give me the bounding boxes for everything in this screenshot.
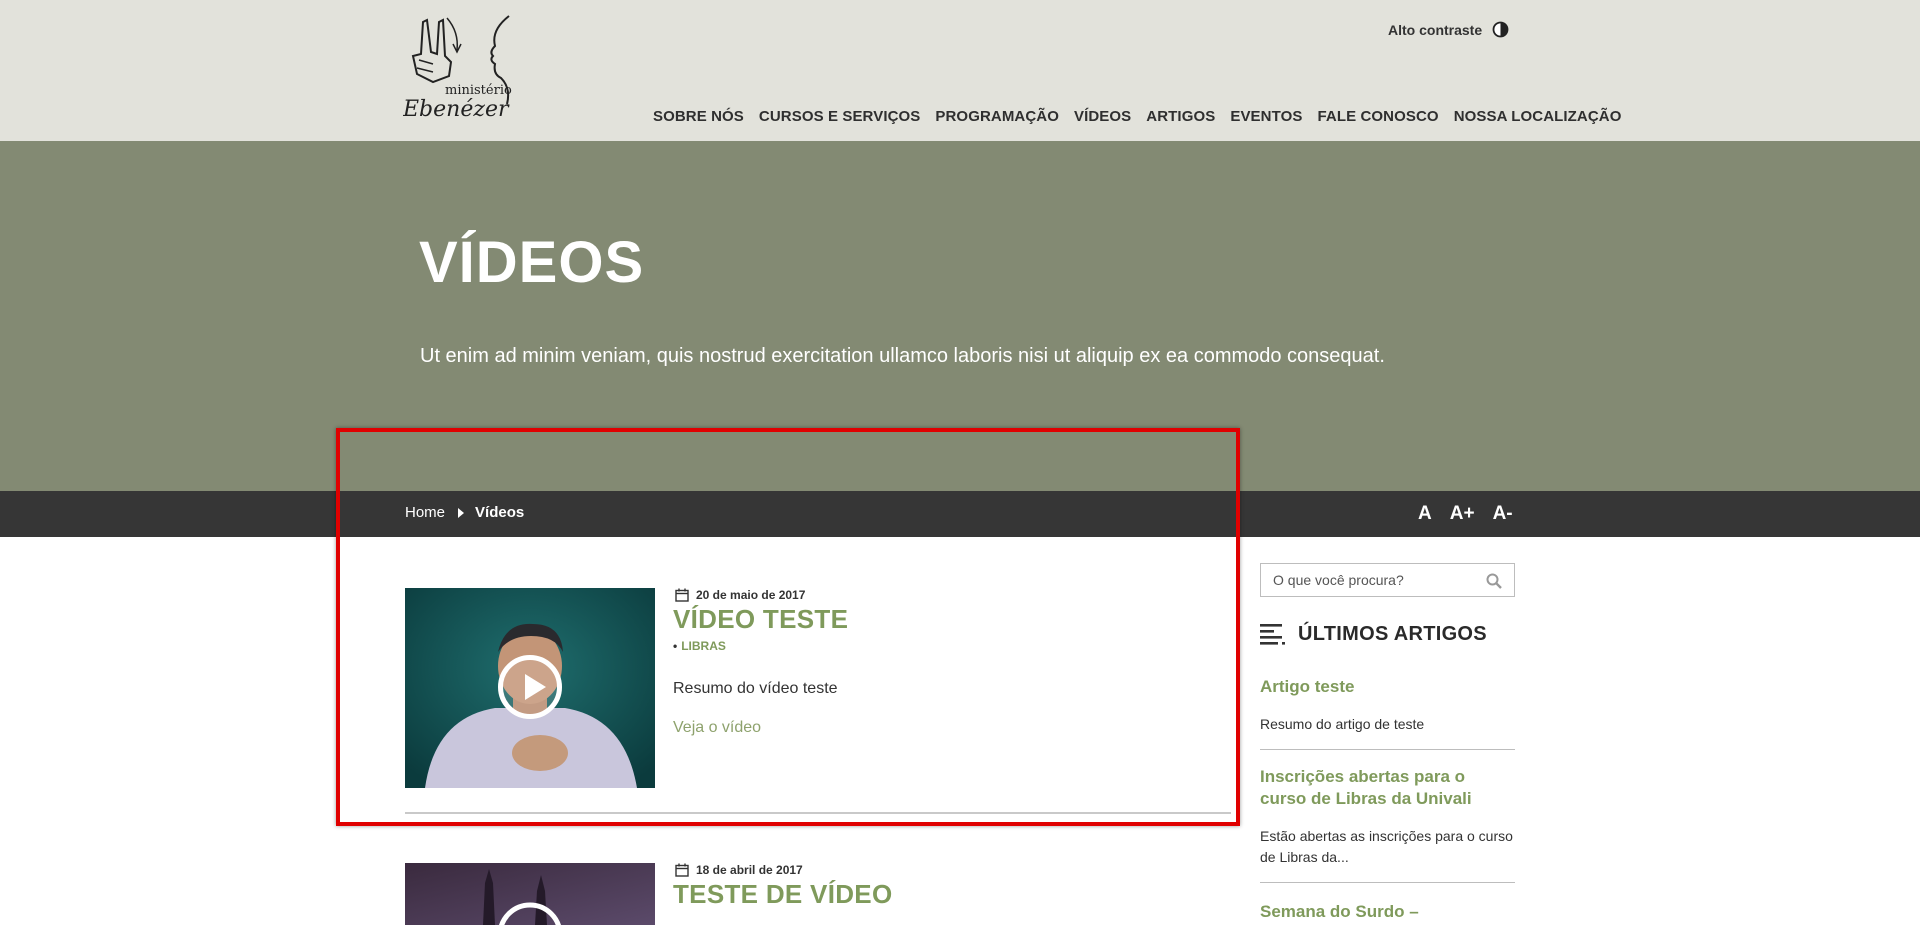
article-item: Inscrições abertas para o curso de Libra… — [1260, 766, 1515, 883]
video-date: 18 de abril de 2017 — [675, 863, 803, 877]
nav-nossa-localizacao[interactable]: NOSSA LOCALIZAÇÃO — [1454, 108, 1622, 125]
breadcrumb-bar: Home Vídeos A A+ A- — [0, 491, 1920, 537]
article-divider — [1260, 749, 1515, 750]
video-title[interactable]: TESTE DE VÍDEO — [673, 879, 892, 910]
main-navigation: SOBRE NÓS CURSOS E SERVIÇOS PROGRAMAÇÃO … — [653, 108, 1622, 125]
video-divider — [405, 812, 1231, 814]
page-title: VÍDEOS — [419, 230, 645, 295]
site-logo[interactable]: ministério Ebenézer — [402, 12, 523, 124]
calendar-icon — [675, 588, 689, 602]
search-box — [1260, 563, 1515, 597]
article-excerpt: Resumo do artigo de teste — [1260, 716, 1425, 732]
video-item: 18 de abril de 2017 TESTE DE VÍDEO — [405, 863, 1231, 925]
search-icon[interactable] — [1486, 573, 1502, 589]
font-decrease-button[interactable]: A- — [1493, 503, 1513, 525]
high-contrast-label: Alto contraste — [1388, 21, 1483, 38]
video-date-text: 18 de abril de 2017 — [696, 863, 803, 877]
high-contrast-toggle[interactable]: Alto contraste — [1388, 21, 1509, 38]
latest-articles-heading: ÚLTIMOS ARTIGOS — [1260, 622, 1487, 646]
nav-eventos[interactable]: EVENTOS — [1230, 108, 1302, 125]
nav-programacao[interactable]: PROGRAMAÇÃO — [935, 108, 1059, 125]
latest-articles-title: ÚLTIMOS ARTIGOS — [1298, 622, 1487, 645]
video-title[interactable]: VÍDEO TESTE — [673, 604, 848, 635]
search-input[interactable] — [1261, 564, 1481, 596]
play-icon — [498, 655, 562, 719]
site-header: ministério Ebenézer Alto contraste SOBRE… — [0, 0, 1920, 141]
video-date: 20 de maio de 2017 — [675, 588, 805, 602]
article-item: Artigo teste Resumo do artigo de teste — [1260, 676, 1515, 750]
page-subtitle: Ut enim ad minim veniam, quis nostrud ex… — [420, 345, 1385, 367]
video-category[interactable]: • LIBRAS — [673, 639, 726, 653]
logo-text-ministerio: ministério — [445, 83, 512, 98]
nav-videos[interactable]: VÍDEOS — [1074, 108, 1131, 125]
breadcrumb-home[interactable]: Home — [405, 504, 445, 521]
video-item: 20 de maio de 2017 VÍDEO TESTE • LIBRAS R… — [405, 588, 1231, 818]
breadcrumb-current: Vídeos — [475, 504, 525, 521]
logo-text-ebenezer: Ebenézer — [403, 97, 510, 122]
calendar-icon — [675, 863, 689, 877]
article-divider — [1260, 882, 1515, 883]
article-excerpt: Estão abertas as inscrições para o curso… — [1260, 828, 1513, 865]
video-category-label: LIBRAS — [681, 639, 726, 653]
article-item: Semana do Surdo – Crispiniano — [1260, 901, 1515, 925]
nav-sobre-nos[interactable]: SOBRE NÓS — [653, 108, 744, 125]
page-hero: VÍDEOS Ut enim ad minim veniam, quis nos… — [0, 141, 1920, 491]
contrast-icon — [1492, 21, 1509, 38]
video-thumbnail[interactable] — [405, 588, 655, 788]
nav-artigos[interactable]: ARTIGOS — [1146, 108, 1215, 125]
font-normal-button[interactable]: A — [1418, 503, 1432, 525]
article-title[interactable]: Inscrições abertas para o curso de Libra… — [1260, 766, 1515, 810]
nav-fale-conosco[interactable]: FALE CONOSCO — [1317, 108, 1438, 125]
list-icon — [1260, 624, 1285, 645]
breadcrumb: Home Vídeos — [405, 504, 524, 521]
watch-video-link[interactable]: Veja o vídeo — [673, 719, 761, 737]
breadcrumb-arrow-icon — [458, 507, 465, 518]
nav-cursos-e-servicos[interactable]: CURSOS E SERVIÇOS — [759, 108, 920, 125]
font-size-controls: A A+ A- — [1418, 503, 1513, 525]
font-increase-button[interactable]: A+ — [1450, 503, 1475, 525]
video-summary: Resumo do vídeo teste — [673, 680, 838, 697]
article-title[interactable]: Semana do Surdo – Crispiniano — [1260, 901, 1515, 925]
category-bullet-icon: • — [673, 639, 678, 653]
article-title[interactable]: Artigo teste — [1260, 676, 1515, 698]
video-date-text: 20 de maio de 2017 — [696, 588, 806, 602]
video-thumbnail[interactable] — [405, 863, 655, 925]
